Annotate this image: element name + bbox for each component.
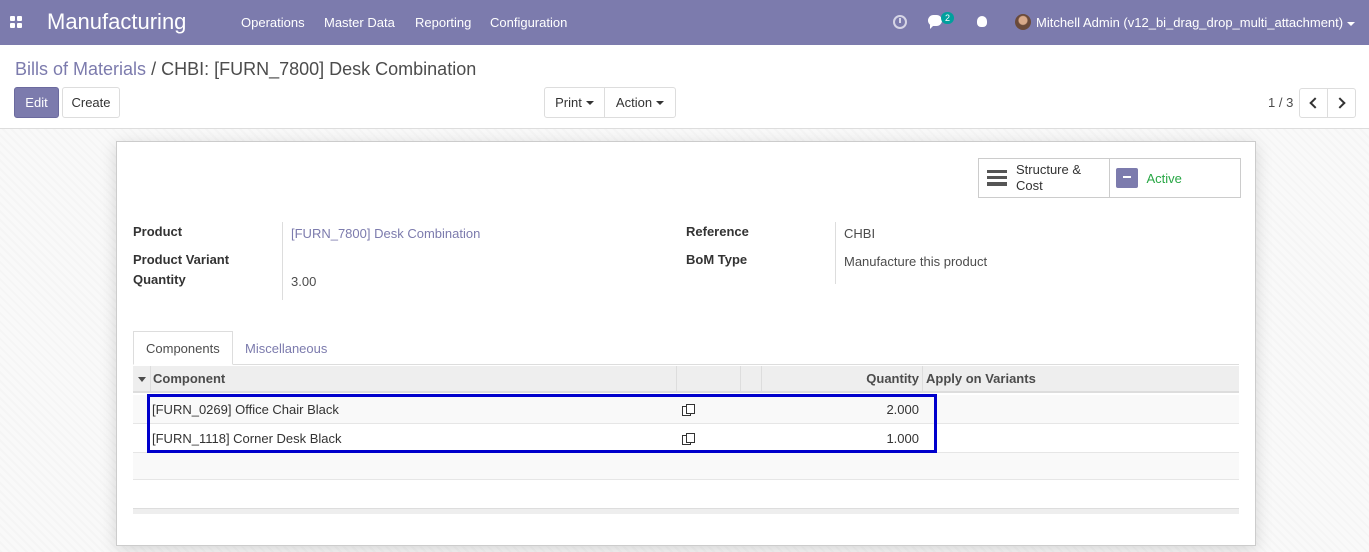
user-menu[interactable]: Mitchell Admin (v12_bi_drag_drop_multi_a… xyxy=(1036,15,1356,30)
menu-reporting[interactable]: Reporting xyxy=(415,15,471,30)
quantity-value: 3.00 xyxy=(291,274,317,289)
chat-icon[interactable] xyxy=(928,15,942,29)
table-empty-row xyxy=(133,480,1239,508)
action-dropdown[interactable]: Action xyxy=(604,87,676,118)
chat-count-badge: 2 xyxy=(941,12,955,24)
table-row[interactable]: [FURN_1118] Corner Desk Black 1.000 xyxy=(133,424,1239,453)
bom-type-value: Manufacture this product xyxy=(844,254,988,269)
user-avatar[interactable] xyxy=(1015,14,1031,30)
breadcrumb-separator: / xyxy=(151,59,157,79)
column-separator xyxy=(676,366,677,391)
structure-cost-label: Structure & Cost xyxy=(1016,162,1082,193)
bom-type-label: BoM Type xyxy=(686,252,748,267)
active-toggle-button[interactable]: Active xyxy=(1110,159,1241,197)
tab-components[interactable]: Components xyxy=(133,331,233,365)
debug-bug-icon[interactable] xyxy=(977,16,987,27)
column-separator xyxy=(922,366,923,391)
menu-configuration[interactable]: Configuration xyxy=(490,15,567,30)
action-label: Action xyxy=(615,95,653,110)
product-variant-label: Product Variant xyxy=(133,252,230,267)
bars-icon xyxy=(987,170,1007,186)
app-brand: Manufacturing xyxy=(47,9,187,34)
reference-label: Reference xyxy=(686,224,749,239)
column-separator xyxy=(150,366,151,391)
copy-icon[interactable] xyxy=(682,395,695,423)
chevron-down-icon xyxy=(656,100,665,105)
table-empty-row xyxy=(133,453,1239,480)
smart-button-box: Structure & Cost Active xyxy=(978,158,1241,198)
breadcrumb-current: CHBI: [FURN_7800] Desk Combination xyxy=(161,59,477,79)
apps-grid-icon[interactable] xyxy=(10,16,22,28)
menu-operations[interactable]: Operations xyxy=(241,15,305,30)
active-label: Active xyxy=(1146,170,1182,186)
menu-master-data[interactable]: Master Data xyxy=(324,15,395,30)
product-value-link[interactable]: [FURN_7800] Desk Combination xyxy=(291,226,480,241)
sort-caret-icon[interactable] xyxy=(138,377,146,382)
edit-button[interactable]: Edit xyxy=(14,87,59,118)
structure-cost-button[interactable]: Structure & Cost xyxy=(979,159,1110,197)
tab-border xyxy=(133,364,1239,365)
column-header-component[interactable]: Component xyxy=(153,366,225,391)
breadcrumb: Bills of Materials / CHBI: [FURN_7800] D… xyxy=(15,59,476,80)
archive-icon xyxy=(1115,168,1138,188)
print-label: Print xyxy=(555,95,582,110)
quantity-cell[interactable]: 2.000 xyxy=(761,395,919,423)
table-footer xyxy=(133,508,1239,514)
product-label: Product xyxy=(133,224,183,239)
reference-value: CHBI xyxy=(844,226,876,241)
component-cell[interactable]: [FURN_1118] Corner Desk Black xyxy=(152,424,342,452)
top-navbar: Manufacturing Operations Master Data Rep… xyxy=(0,0,1369,45)
create-button[interactable]: Create xyxy=(62,87,120,118)
table-row[interactable]: [FURN_0269] Office Chair Black 2.000 xyxy=(133,395,1239,424)
user-name: Mitchell Admin (v12_bi_drag_drop_multi_a… xyxy=(1036,15,1344,30)
breadcrumb-parent-link[interactable]: Bills of Materials xyxy=(15,59,146,79)
activity-clock-icon[interactable] xyxy=(893,15,907,29)
column-header-quantity[interactable]: Quantity xyxy=(761,366,919,391)
components-table-header: Component Quantity Apply on Variants xyxy=(133,366,1239,393)
column-header-apply-variants[interactable]: Apply on Variants xyxy=(926,366,1036,391)
field-divider xyxy=(282,222,283,300)
copy-icon[interactable] xyxy=(682,424,695,452)
pager-next-button[interactable] xyxy=(1327,88,1356,118)
quantity-cell[interactable]: 1.000 xyxy=(761,424,919,452)
pager-value[interactable]: 1 / 3 xyxy=(1268,95,1293,110)
tab-miscellaneous[interactable]: Miscellaneous xyxy=(233,331,339,365)
print-dropdown[interactable]: Print xyxy=(544,87,605,118)
chevron-left-icon xyxy=(1309,97,1321,109)
field-divider xyxy=(835,222,836,284)
component-cell[interactable]: [FURN_0269] Office Chair Black xyxy=(152,395,339,423)
chevron-right-icon xyxy=(1334,97,1346,109)
pager-previous-button[interactable] xyxy=(1299,88,1328,118)
quantity-label: Quantity xyxy=(133,272,186,287)
form-sheet: Structure & Cost Active Product [FURN_78… xyxy=(116,141,1256,546)
chevron-down-icon xyxy=(1347,21,1356,26)
chevron-down-icon xyxy=(585,100,594,105)
column-separator xyxy=(740,366,741,391)
